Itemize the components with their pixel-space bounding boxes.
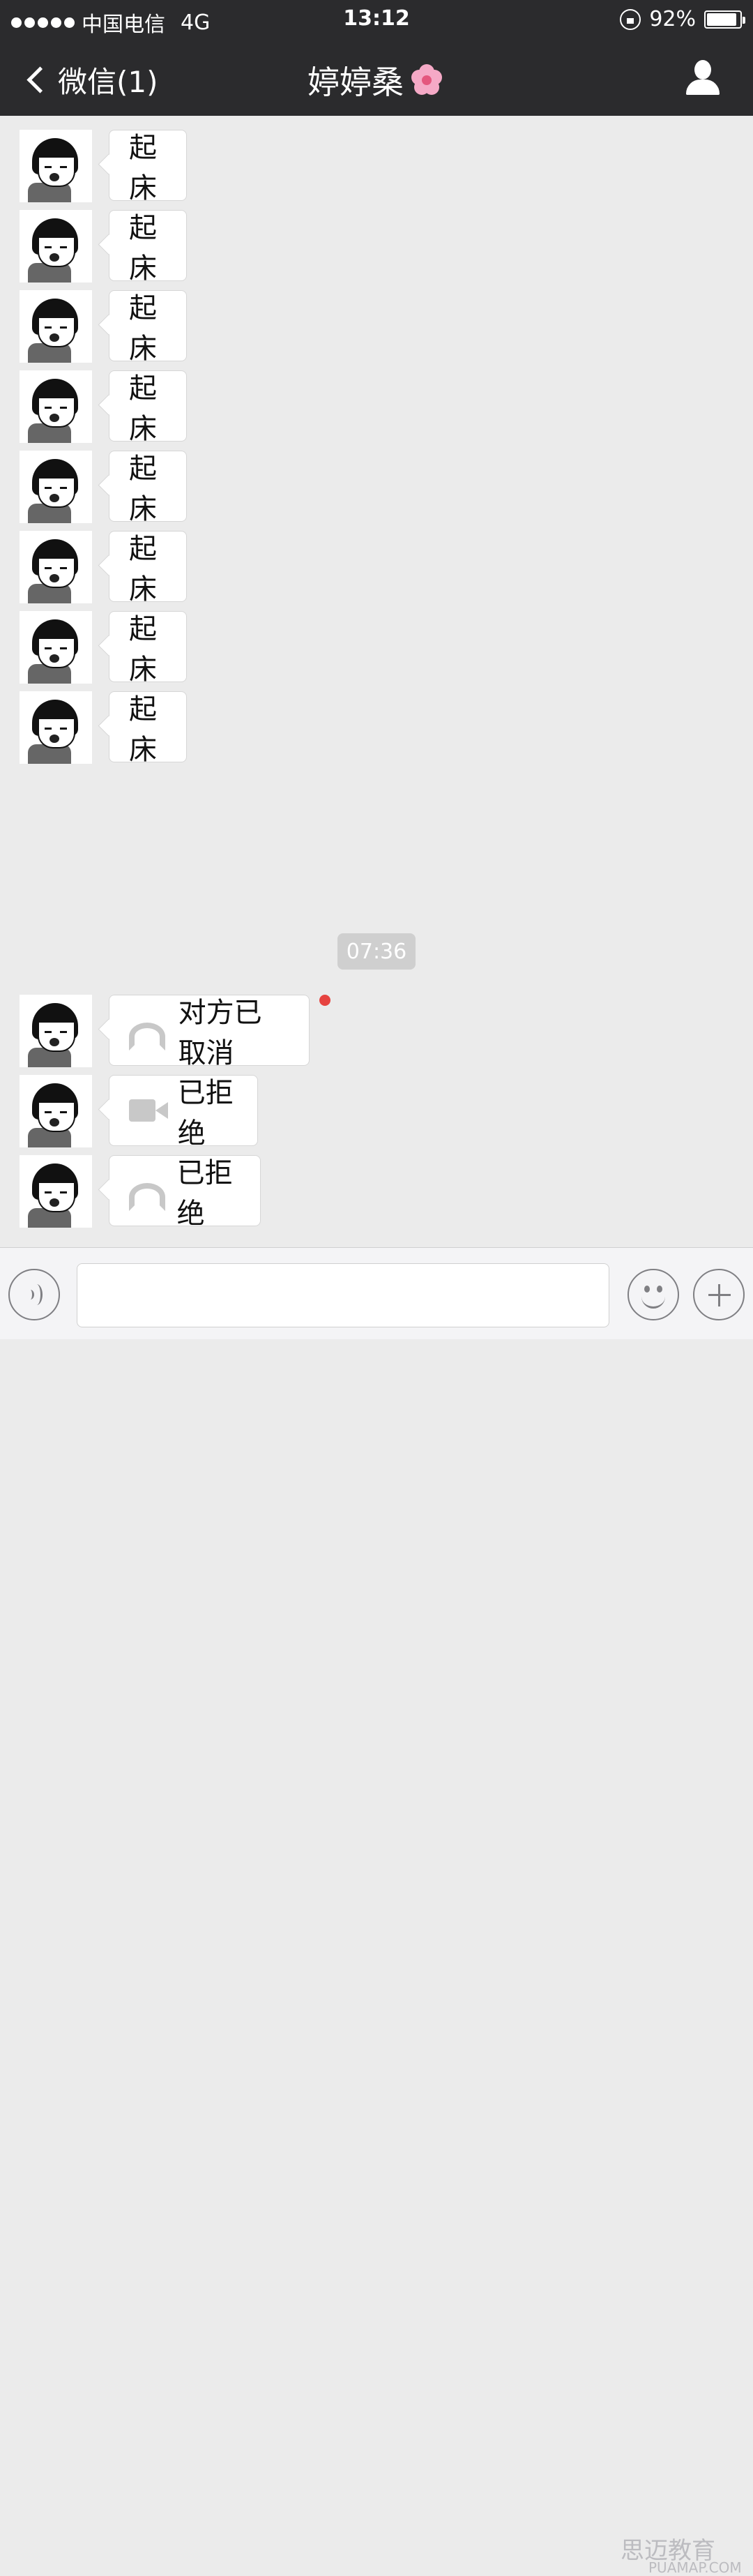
message-bubble[interactable]: 起床 (109, 130, 187, 204)
contact-avatar[interactable] (20, 531, 92, 603)
call-record-bubble[interactable]: 对方已取消 (109, 995, 310, 1069)
more-options-button[interactable] (693, 1269, 745, 1320)
message-row: 起床 (20, 370, 717, 445)
message-text: 起床 (129, 292, 157, 365)
message-bubble[interactable]: 起床 (109, 290, 187, 365)
message-timestamp: 07:36 (337, 933, 416, 970)
chat-title: 婷婷桑 (0, 57, 753, 103)
contact-avatar[interactable] (20, 995, 92, 1067)
contact-avatar[interactable] (20, 691, 92, 764)
cherry-blossom-icon (408, 61, 446, 99)
battery-percent: 92% (649, 7, 696, 31)
call-status-text: 已拒绝 (177, 1077, 234, 1150)
message-row: 起床 (20, 130, 717, 204)
message-bubble[interactable]: 起床 (109, 210, 187, 285)
message-text: 起床 (129, 533, 157, 605)
phone-icon (129, 1180, 165, 1211)
nav-bar: 微信(1) 婷婷桑 (0, 40, 753, 116)
message-bubble[interactable]: 起床 (109, 531, 187, 605)
contact-avatar[interactable] (20, 611, 92, 684)
contact-avatar[interactable] (20, 1155, 92, 1228)
battery-icon (704, 10, 745, 29)
status-right: 92% (620, 7, 745, 31)
contact-avatar[interactable] (20, 210, 92, 283)
message-text: 起床 (129, 132, 157, 204)
message-row: 起床 (20, 451, 717, 525)
input-bar: 思迈教育 PUAMAP.COM (0, 1247, 753, 2576)
call-record-bubble[interactable]: 已拒绝 (109, 1075, 258, 1150)
voice-input-button[interactable] (8, 1269, 60, 1320)
message-bubble[interactable]: 起床 (109, 451, 187, 525)
contact-profile-button[interactable] (685, 60, 721, 96)
call-record-bubble[interactable]: 已拒绝 (109, 1155, 261, 1230)
message-row: 起床 (20, 531, 717, 605)
message-row: 起床 (20, 691, 717, 766)
call-record-row: 已拒绝 (20, 1155, 717, 1230)
message-bubble[interactable]: 起床 (109, 370, 187, 445)
message-text: 起床 (129, 453, 157, 525)
message-row: 起床 (20, 290, 717, 365)
contact-avatar[interactable] (20, 370, 92, 443)
message-text: 起床 (129, 693, 157, 766)
message-bubble[interactable]: 起床 (109, 691, 187, 766)
person-icon (694, 60, 711, 80)
rotation-lock-icon (620, 8, 641, 30)
call-record-row: 对方已取消 (20, 995, 717, 1069)
contact-avatar[interactable] (20, 130, 92, 202)
message-row: 起床 (20, 611, 717, 686)
message-input[interactable] (77, 1263, 609, 1327)
contact-name: 婷婷桑 (307, 63, 404, 101)
emoji-button[interactable] (628, 1269, 679, 1320)
watermark-sub: PUAMAP.COM (648, 2559, 742, 2576)
unread-dot (319, 995, 330, 1006)
message-text: 起床 (129, 212, 157, 285)
call-status-text: 对方已取消 (178, 997, 262, 1069)
phone-icon (129, 1020, 165, 1050)
video-icon (129, 1099, 168, 1122)
contact-avatar[interactable] (20, 290, 92, 363)
contact-avatar[interactable] (20, 1075, 92, 1147)
contact-avatar[interactable] (20, 451, 92, 523)
call-record-row: 已拒绝 (20, 1075, 717, 1150)
call-status-text: 已拒绝 (176, 1157, 233, 1230)
watermark: 思迈教育 PUAMAP.COM (621, 2531, 742, 2576)
message-text: 起床 (129, 372, 157, 445)
status-bar: 中国电信 4G 13:12 92% (0, 0, 753, 40)
message-row: 起床 (20, 210, 717, 285)
message-bubble[interactable]: 起床 (109, 611, 187, 686)
chat-area[interactable]: 07:36 起床 起床 起床 起床 起床 起床 起床 起床 对方已取消 已拒绝 已拒绝 (0, 116, 753, 1247)
message-text: 起床 (129, 613, 157, 686)
